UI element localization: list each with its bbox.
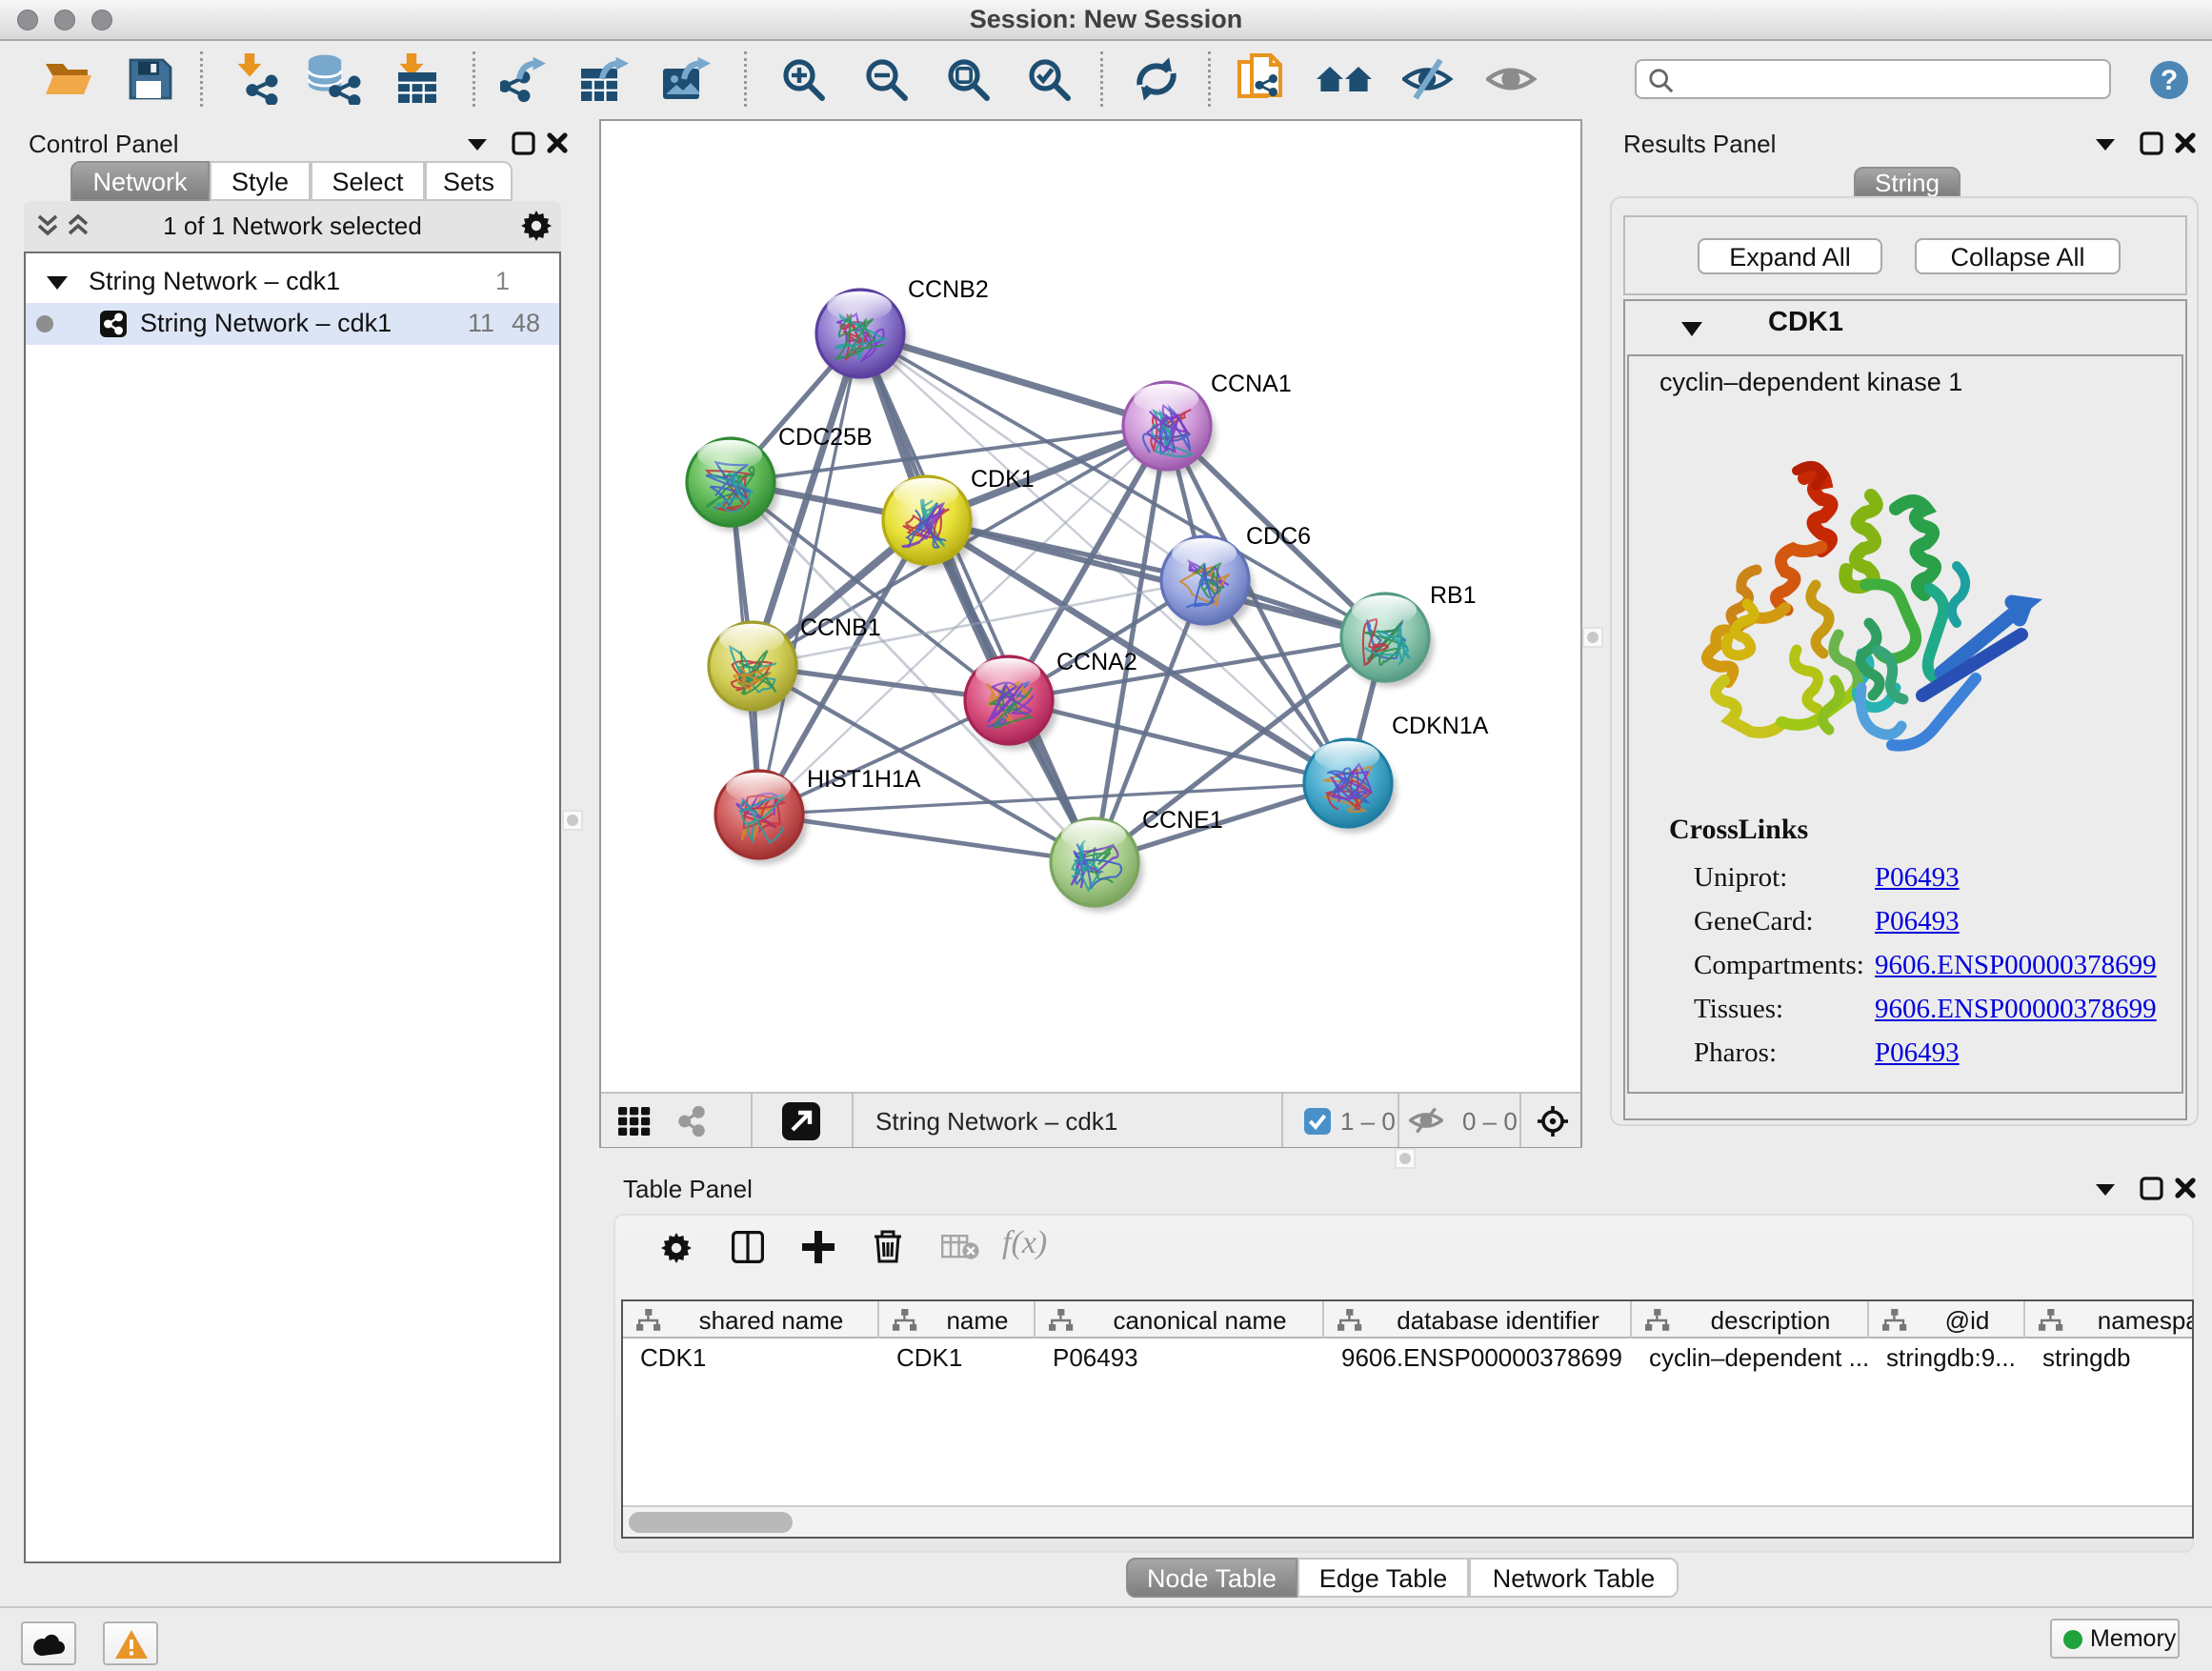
svg-text:CDC6: CDC6 (1246, 523, 1311, 550)
svg-text:CCNB1: CCNB1 (800, 614, 881, 641)
svg-text:CCNE1: CCNE1 (1142, 807, 1223, 834)
svg-text:CDK1: CDK1 (971, 466, 1035, 493)
svg-text:CCNA1: CCNA1 (1211, 371, 1292, 397)
svg-text:CDKN1A: CDKN1A (1392, 713, 1489, 739)
svg-text:?: ? (2161, 65, 2178, 96)
svg-text:HIST1H1A: HIST1H1A (807, 766, 921, 793)
svg-text:CDC25B: CDC25B (778, 424, 873, 451)
svg-text:CCNA2: CCNA2 (1056, 649, 1137, 675)
svg-text:CCNB2: CCNB2 (908, 276, 989, 303)
svg-text:RB1: RB1 (1430, 582, 1477, 609)
